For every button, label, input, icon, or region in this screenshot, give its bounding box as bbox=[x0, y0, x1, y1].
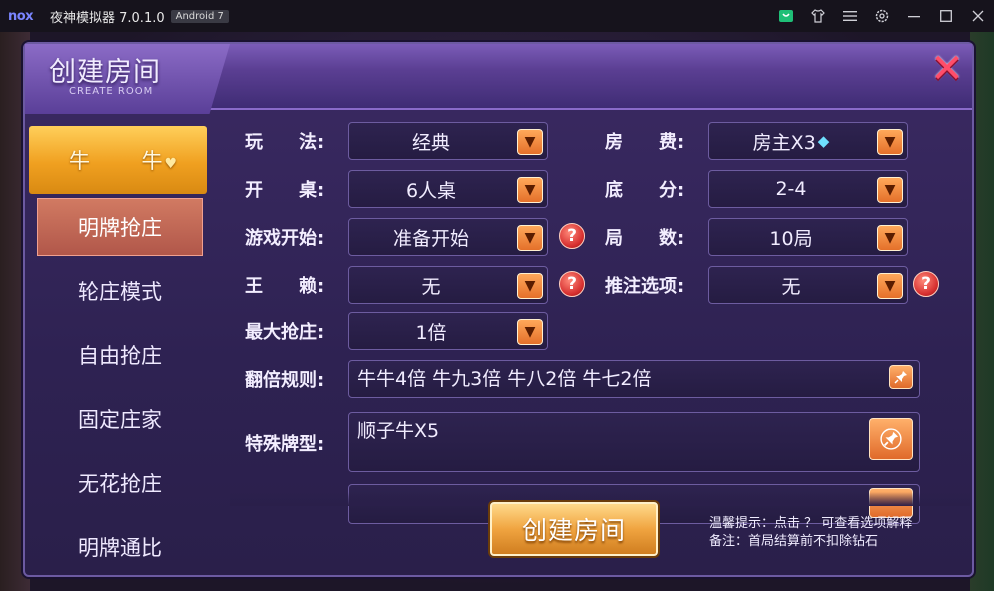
double-rules-field[interactable]: 牛牛4倍 牛九3倍 牛八2倍 牛七2倍 bbox=[348, 360, 920, 398]
minimize-icon[interactable] bbox=[898, 0, 930, 32]
table-select[interactable]: 6人桌 ▼ bbox=[348, 170, 548, 208]
sidebar-item-guding-zhuangjia[interactable]: 固定庄家 bbox=[37, 390, 203, 448]
maximize-icon[interactable] bbox=[930, 0, 962, 32]
wild-select[interactable]: 无 ▼ bbox=[348, 266, 548, 304]
chevron-down-icon[interactable]: ▼ bbox=[877, 273, 903, 299]
table-value: 6人桌 bbox=[405, 179, 457, 202]
rounds-value: 10局 bbox=[769, 227, 813, 250]
category-tab-niuniu[interactable]: 牛 牛 ♥ bbox=[29, 126, 207, 194]
create-room-button[interactable]: 创建房间 bbox=[490, 502, 658, 556]
wild-value: 无 bbox=[421, 275, 441, 298]
play-label: 玩 法: bbox=[245, 132, 325, 153]
category-right-label: 牛 ♥ bbox=[141, 149, 177, 173]
android-version-badge: Android 7 bbox=[170, 9, 229, 23]
double-label: 翻倍规则: bbox=[245, 370, 325, 391]
chevron-down-icon[interactable]: ▼ bbox=[517, 177, 543, 203]
chevron-down-icon[interactable]: ▼ bbox=[517, 319, 543, 345]
fee-select[interactable]: 房主X3 ◆ ▼ bbox=[708, 122, 908, 160]
table-label: 开 桌: bbox=[245, 180, 325, 201]
wild-help-icon[interactable]: ? bbox=[559, 271, 585, 297]
category-left-label: 牛 bbox=[69, 149, 90, 173]
sidebar-item-mingpai-tongbi[interactable]: 明牌通比 bbox=[37, 518, 203, 576]
double-rules-pin-button[interactable] bbox=[889, 365, 913, 389]
dialog-title: 创建房间 bbox=[49, 57, 161, 88]
titlebar-controls bbox=[770, 0, 994, 32]
pin-icon bbox=[880, 428, 902, 450]
dialog-header: 创建房间 CREATE ROOM ✕ bbox=[25, 44, 972, 114]
tip-line-2: 备注：首局结算前不扣除钻石 bbox=[709, 534, 879, 549]
start-select[interactable]: 准备开始 ▼ bbox=[348, 218, 548, 256]
shirt-icon[interactable] bbox=[802, 0, 834, 32]
create-room-dialog: 创建房间 CREATE ROOM ✕ 牛 牛 ♥ 明牌抢庄 轮庄模式 自由抢庄 固… bbox=[23, 42, 974, 577]
chevron-down-icon[interactable]: ▼ bbox=[877, 225, 903, 251]
settings-icon[interactable] bbox=[866, 0, 898, 32]
rounds-label: 局 数: bbox=[605, 228, 685, 249]
emulator-titlebar: nox 夜神模拟器 7.0.1.0 Android 7 bbox=[0, 0, 994, 32]
push-label: 推注选项: bbox=[605, 276, 685, 297]
nox-logo: nox bbox=[8, 8, 34, 24]
tip-line-1: 温馨提示：点击 ？ 可查看选项解释 bbox=[709, 516, 913, 531]
chevron-down-icon[interactable]: ▼ bbox=[517, 273, 543, 299]
push-value: 无 bbox=[781, 275, 801, 298]
push-help-icon[interactable]: ? bbox=[913, 271, 939, 297]
start-value: 准备开始 bbox=[392, 227, 469, 250]
heart-icon: ♥ bbox=[164, 156, 177, 172]
pin-icon bbox=[894, 371, 907, 384]
special-label: 特殊牌型: bbox=[245, 434, 325, 455]
chevron-down-icon[interactable]: ▼ bbox=[517, 225, 543, 251]
maxbank-select[interactable]: 1倍 ▼ bbox=[348, 312, 548, 350]
chevron-down-icon[interactable]: ▼ bbox=[877, 129, 903, 155]
chevron-down-icon[interactable]: ▼ bbox=[877, 177, 903, 203]
game-screen: 创建房间 CREATE ROOM ✕ 牛 牛 ♥ 明牌抢庄 轮庄模式 自由抢庄 固… bbox=[0, 32, 994, 591]
score-select[interactable]: 2-4 ▼ bbox=[708, 170, 908, 208]
rounds-select[interactable]: 10局 ▼ bbox=[708, 218, 908, 256]
sidebar-item-lunzhuang[interactable]: 轮庄模式 bbox=[37, 262, 203, 320]
app-title: 夜神模拟器 7.0.1.0 bbox=[50, 10, 165, 26]
maxbank-value: 1倍 bbox=[415, 321, 447, 344]
menu-icon[interactable] bbox=[834, 0, 866, 32]
start-help-icon[interactable]: ? bbox=[559, 223, 585, 249]
sidebar-item-wuhua-qiangzhuang[interactable]: 无花抢庄 bbox=[37, 454, 203, 512]
double-rules-value: 牛牛4倍 牛九3倍 牛八2倍 牛七2倍 bbox=[357, 368, 652, 390]
fee-label: 房 费: bbox=[605, 132, 685, 153]
play-value: 经典 bbox=[411, 131, 450, 154]
dialog-close-button[interactable]: ✕ bbox=[928, 49, 966, 89]
maxbank-label: 最大抢庄: bbox=[245, 322, 325, 343]
special-cards-pin-button[interactable] bbox=[869, 418, 913, 460]
store-icon[interactable] bbox=[770, 0, 802, 32]
fee-value: 房主X3 bbox=[752, 131, 816, 154]
start-label: 游戏开始: bbox=[245, 228, 325, 249]
dialog-subtitle: CREATE ROOM bbox=[69, 86, 154, 97]
chevron-down-icon[interactable]: ▼ bbox=[517, 129, 543, 155]
play-select[interactable]: 经典 ▼ bbox=[348, 122, 548, 160]
wild-label: 王 赖: bbox=[245, 276, 325, 297]
sidebar-item-ziyou-qiangzhuang[interactable]: 自由抢庄 bbox=[37, 326, 203, 384]
score-value: 2-4 bbox=[775, 178, 807, 200]
special-cards-field[interactable]: 顺子牛X5 bbox=[348, 412, 920, 472]
diamond-icon: ◆ bbox=[817, 132, 830, 150]
mode-sidebar: 牛 牛 ♥ 明牌抢庄 轮庄模式 自由抢庄 固定庄家 无花抢庄 明牌通比 bbox=[29, 120, 207, 576]
close-icon[interactable] bbox=[962, 0, 994, 32]
push-select[interactable]: 无 ▼ bbox=[708, 266, 908, 304]
score-label: 底 分: bbox=[605, 180, 685, 201]
sidebar-item-mingpai-qiangzhuang[interactable]: 明牌抢庄 bbox=[37, 198, 203, 256]
special-cards-value: 顺子牛X5 bbox=[357, 420, 440, 442]
